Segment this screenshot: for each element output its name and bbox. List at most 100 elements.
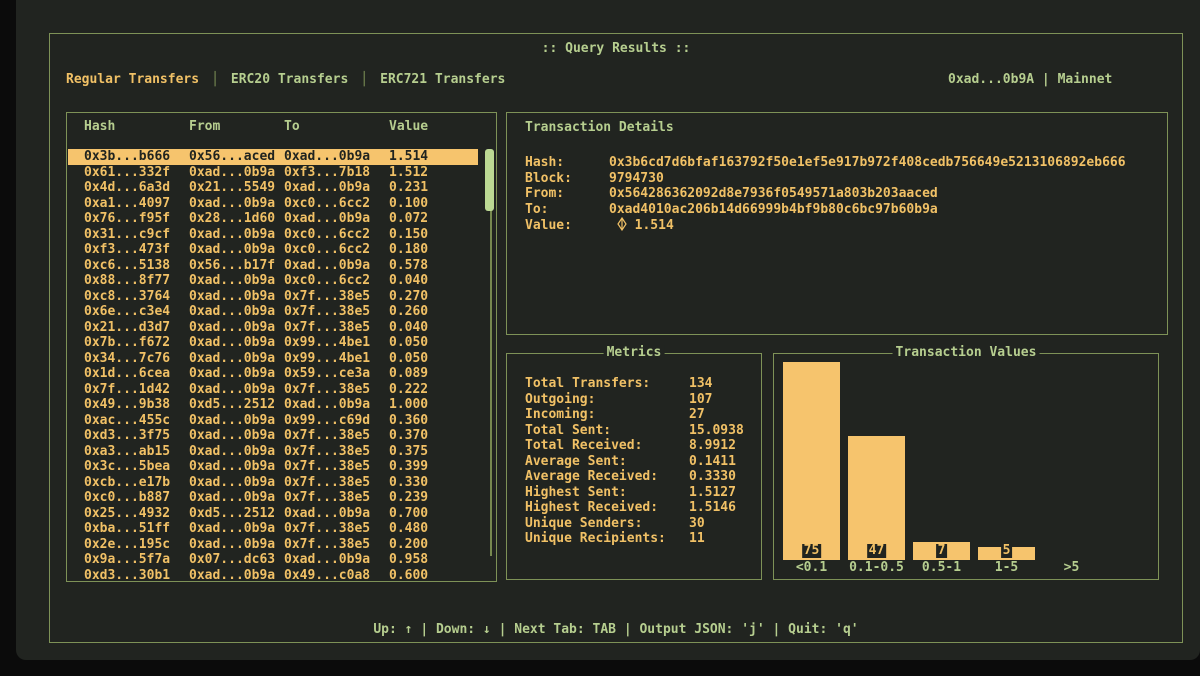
table-row[interactable]: 0x6e...c3e40xad...0b9a0x7f...38e50.260 bbox=[68, 304, 478, 320]
table-row[interactable]: 0xba...51ff0xad...0b9a0x7f...38e50.480 bbox=[68, 521, 478, 537]
detail-row: From:0x564286362092d8e7936f0549571a803b2… bbox=[525, 186, 1126, 202]
table-row[interactable]: 0x7b...f6720xad...0b9a0x99...4be10.050 bbox=[68, 335, 478, 351]
bar-value-label: 75 bbox=[802, 544, 822, 558]
bar-value-label: 47 bbox=[867, 544, 887, 558]
table-cell: 0.399 bbox=[389, 459, 478, 475]
tab-erc721-transfers[interactable]: ERC721 Transfers bbox=[380, 72, 505, 87]
table-cell: 0x7f...38e5 bbox=[284, 382, 389, 398]
table-cell: 0x61...332f bbox=[84, 165, 189, 181]
detail-value: 1.514 bbox=[609, 218, 674, 233]
table-cell: 0xad...0b9a bbox=[284, 258, 389, 274]
table-cell: 0.200 bbox=[389, 537, 478, 553]
table-cell: 0x99...4be1 bbox=[284, 335, 389, 351]
table-row[interactable]: 0xa1...40970xad...0b9a0xc0...6cc20.100 bbox=[68, 196, 478, 212]
table-row[interactable]: 0x25...49320xd5...25120xad...0b9a0.700 bbox=[68, 506, 478, 522]
table-row[interactable]: 0xd3...30b10xad...0b9a0x49...c0a80.600 bbox=[68, 568, 478, 584]
column-header-hash: Hash bbox=[84, 119, 189, 135]
table-row[interactable]: 0x9a...5f7a0x07...dc630xad...0b9a0.958 bbox=[68, 552, 478, 568]
tab-erc20-transfers[interactable]: ERC20 Transfers bbox=[231, 72, 348, 87]
tab-regular-transfers[interactable]: Regular Transfers bbox=[66, 72, 199, 87]
table-row[interactable]: 0xd3...3f750xad...0b9a0x7f...38e50.370 bbox=[68, 428, 478, 444]
table-cell: 0xad...0b9a bbox=[189, 366, 284, 382]
table-row[interactable]: 0x3c...5bea0xad...0b9a0x7f...38e50.399 bbox=[68, 459, 478, 475]
detail-value: 0x3b6cd7d6bfaf163792f50e1ef5e917b972f408… bbox=[609, 155, 1126, 170]
table-row[interactable]: 0x2e...195c0xad...0b9a0x7f...38e50.200 bbox=[68, 537, 478, 553]
details-rows: Hash:0x3b6cd7d6bfaf163792f50e1ef5e917b97… bbox=[525, 155, 1126, 233]
table-row[interactable]: 0xa3...ab150xad...0b9a0x7f...38e50.375 bbox=[68, 444, 478, 460]
table-row[interactable]: 0x4d...6a3d0x21...55490xad...0b9a0.231 bbox=[68, 180, 478, 196]
table-cell: 0xad...0b9a bbox=[189, 382, 284, 398]
bar-value-label: 7 bbox=[936, 544, 948, 558]
metric-value: 1.5127 bbox=[689, 485, 736, 500]
table-cell: 0xad...0b9a bbox=[284, 397, 389, 413]
bar-<0.1: 75 bbox=[783, 362, 840, 560]
table-row[interactable]: 0x31...c9cf0xad...0b9a0xc0...6cc20.150 bbox=[68, 227, 478, 243]
table-cell: 0x7b...f672 bbox=[84, 335, 189, 351]
table-row[interactable]: 0x7f...1d420xad...0b9a0x7f...38e50.222 bbox=[68, 382, 478, 398]
metrics-rows: Total Transfers:134Outgoing:107Incoming:… bbox=[525, 376, 744, 547]
metric-value: 11 bbox=[689, 531, 705, 546]
table-cell: 0xad...0b9a bbox=[189, 335, 284, 351]
chart-bar-slot: 75<0.1 bbox=[780, 362, 843, 576]
table-cell: 0.260 bbox=[389, 304, 478, 320]
table-row[interactable]: 0x61...332f0xad...0b9a0xf3...7b181.512 bbox=[68, 165, 478, 181]
table-row[interactable]: 0x88...8f770xad...0b9a0xc0...6cc20.040 bbox=[68, 273, 478, 289]
table-cell: 0xad...0b9a bbox=[189, 351, 284, 367]
table-row[interactable]: 0x49...9b380xd5...25120xad...0b9a1.000 bbox=[68, 397, 478, 413]
table-cell: 0x7f...38e5 bbox=[284, 490, 389, 506]
table-cell: 0.600 bbox=[389, 568, 478, 584]
table-cell: 0x7f...38e5 bbox=[284, 475, 389, 491]
table-row[interactable]: 0xc6...51380x56...b17f0xad...0b9a0.578 bbox=[68, 258, 478, 274]
table-row[interactable]: 0xcb...e17b0xad...0b9a0x7f...38e50.330 bbox=[68, 475, 478, 491]
table-cell: 0xad...0b9a bbox=[189, 289, 284, 305]
table-row[interactable]: 0x3b...b6660x56...aced0xad...0b9a1.514 bbox=[68, 149, 478, 165]
table-row[interactable]: 0xf3...473f0xad...0b9a0xc0...6cc20.180 bbox=[68, 242, 478, 258]
table-cell: 0.330 bbox=[389, 475, 478, 491]
tab-separator: │ bbox=[211, 72, 219, 87]
table-header: HashFromToValue bbox=[68, 119, 478, 135]
detail-label: Block: bbox=[525, 171, 609, 187]
table-cell: 0x6e...c3e4 bbox=[84, 304, 189, 320]
table-cell: 0x49...c0a8 bbox=[284, 568, 389, 584]
table-cell: 0xd3...30b1 bbox=[84, 568, 189, 584]
table-cell: 0xad...0b9a bbox=[189, 320, 284, 336]
metrics-panel: Metrics Total Transfers:134Outgoing:107I… bbox=[506, 353, 762, 580]
table-cell: 0xad...0b9a bbox=[189, 490, 284, 506]
table-cell: 1.512 bbox=[389, 165, 478, 181]
table-row[interactable]: 0x21...d3d70xad...0b9a0x7f...38e50.040 bbox=[68, 320, 478, 336]
table-row[interactable]: 0xc0...b8870xad...0b9a0x7f...38e50.239 bbox=[68, 490, 478, 506]
metric-row: Highest Sent:1.5127 bbox=[525, 485, 744, 501]
table-cell: 0x99...c69d bbox=[284, 413, 389, 429]
table-cell: 0xad...0b9a bbox=[189, 444, 284, 460]
chart-bar-slot: 470.1-0.5 bbox=[845, 436, 908, 576]
table-cell: 0xc0...6cc2 bbox=[284, 196, 389, 212]
table-cell: 0xad...0b9a bbox=[189, 537, 284, 553]
bar-0.1-0.5: 47 bbox=[848, 436, 905, 560]
table-cell: 0xd3...3f75 bbox=[84, 428, 189, 444]
screenshot-root: :: Query Results :: Regular Transfers│ER… bbox=[0, 0, 1200, 676]
table-cell: 0xad...0b9a bbox=[189, 304, 284, 320]
table-row[interactable]: 0xac...455c0xad...0b9a0x99...c69d0.360 bbox=[68, 413, 478, 429]
table-row[interactable]: 0x34...7c760xad...0b9a0x99...4be10.050 bbox=[68, 351, 478, 367]
table-cell: 0.360 bbox=[389, 413, 478, 429]
table-row[interactable]: 0x1d...6cea0xad...0b9a0x59...ce3a0.089 bbox=[68, 366, 478, 382]
scrollbar-track[interactable] bbox=[490, 151, 492, 556]
table-row[interactable]: 0x76...f95f0x28...1d600xad...0b9a0.072 bbox=[68, 211, 478, 227]
metric-value: 0.1411 bbox=[689, 454, 736, 469]
table-cell: 0xf3...7b18 bbox=[284, 165, 389, 181]
table-row[interactable]: 0xc8...37640xad...0b9a0x7f...38e50.270 bbox=[68, 289, 478, 305]
table-cell: 0xcb...e17b bbox=[84, 475, 189, 491]
table-cell: 0xc0...6cc2 bbox=[284, 242, 389, 258]
table-cell: 0x3c...5bea bbox=[84, 459, 189, 475]
metric-value: 0.3330 bbox=[689, 469, 736, 484]
metric-label: Unique Senders: bbox=[525, 516, 689, 532]
table-cell: 0.480 bbox=[389, 521, 478, 537]
table-cell: 0x7f...1d42 bbox=[84, 382, 189, 398]
metric-value: 134 bbox=[689, 376, 712, 391]
table-cell: 0xc0...6cc2 bbox=[284, 273, 389, 289]
table-cell: 0x21...d3d7 bbox=[84, 320, 189, 336]
table-cell: 0.050 bbox=[389, 351, 478, 367]
chart-title: Transaction Values bbox=[893, 345, 1040, 360]
scrollbar-thumb[interactable] bbox=[485, 149, 494, 211]
column-header-value: Value bbox=[389, 119, 478, 135]
